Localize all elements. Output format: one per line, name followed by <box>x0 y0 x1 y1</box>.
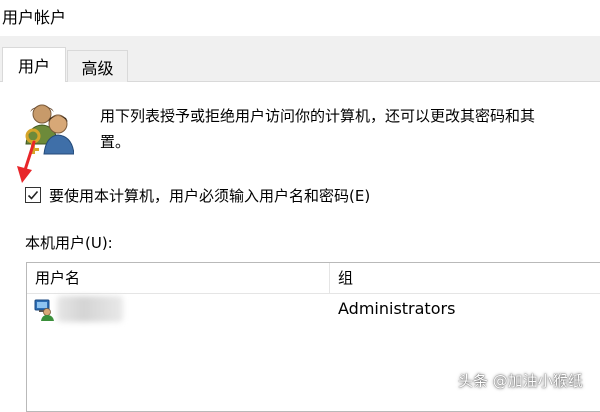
row-group: Administrators <box>338 299 456 318</box>
column-header-group[interactable]: 组 <box>329 263 600 293</box>
require-login-checkbox[interactable] <box>25 187 41 203</box>
username-redacted <box>57 296 123 322</box>
user-account-icon <box>33 297 55 321</box>
title-bar: 用户帐户 <box>0 0 600 36</box>
watermark: 头条 @加油小猴纸 <box>458 372 583 390</box>
description-line-1: 用下列表授予或拒绝用户访问你的计算机，还可以更改其密码和其 <box>100 107 536 125</box>
require-login-label[interactable]: 要使用本计算机，用户必须输入用户名和密码(E) <box>49 185 370 206</box>
tab-users-label: 用户 <box>17 57 50 76</box>
tab-users[interactable]: 用户 <box>2 47 66 82</box>
description-text: 用下列表授予或拒绝用户访问你的计算机，还可以更改其密码和其 置。 <box>100 103 600 155</box>
window-title: 用户帐户 <box>2 8 67 27</box>
checkmark-icon <box>27 190 39 200</box>
table-row[interactable]: Administrators <box>27 294 600 324</box>
description-line-2: 置。 <box>100 133 131 151</box>
tab-advanced-label: 高级 <box>81 58 114 78</box>
column-header-username[interactable]: 用户名 <box>27 263 329 293</box>
tab-advanced[interactable]: 高级 <box>67 50 128 82</box>
local-users-label: 本机用户(U): <box>25 234 113 252</box>
red-arrow-icon <box>12 140 42 185</box>
